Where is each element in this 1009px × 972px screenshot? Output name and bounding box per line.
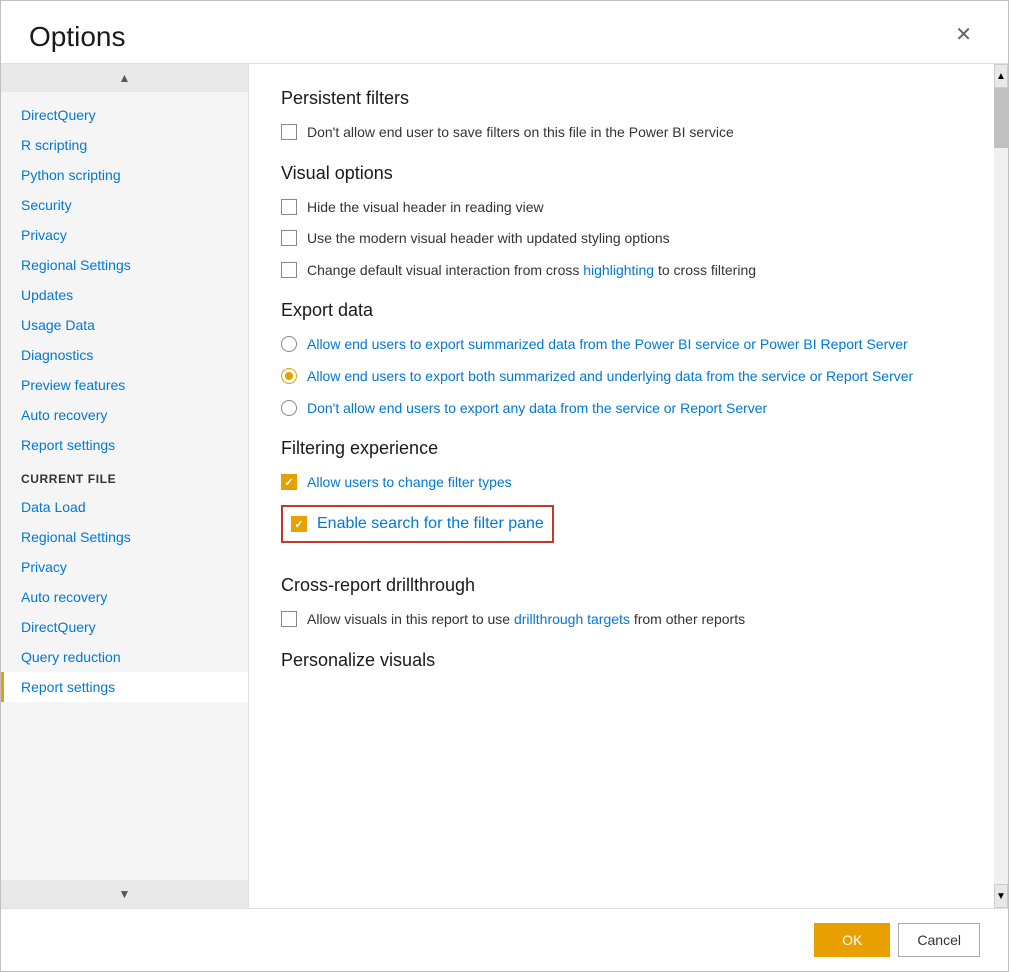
- link-highlighting[interactable]: highlighting: [583, 262, 654, 278]
- checkbox-visual-2[interactable]: [281, 230, 297, 246]
- option-filtering-1: Allow users to change filter types: [281, 473, 960, 493]
- checkbox-filtering-2[interactable]: [291, 516, 307, 532]
- current-file-header: CURRENT FILE: [1, 460, 248, 492]
- sidebar-item-report-settings-global[interactable]: Report settings: [1, 430, 248, 460]
- cancel-button[interactable]: Cancel: [898, 923, 980, 957]
- sidebar-scroll-area: DirectQuery R scripting Python scripting…: [1, 92, 248, 880]
- section-title-export-data: Export data: [281, 300, 960, 321]
- sidebar-item-privacy[interactable]: Privacy: [1, 220, 248, 250]
- checkbox-cross-report-1[interactable]: [281, 611, 297, 627]
- content-area: Persistent filters Don't allow end user …: [249, 64, 1008, 908]
- dialog-footer: OK Cancel: [1, 908, 1008, 971]
- sidebar-item-usage-data[interactable]: Usage Data: [1, 310, 248, 340]
- sidebar-scroll-down-button[interactable]: ▼: [1, 880, 248, 908]
- link-drillthrough-targets[interactable]: drillthrough targets: [514, 611, 630, 627]
- option-text-visual-1: Hide the visual header in reading view: [307, 198, 544, 218]
- scrollbar-track: [994, 88, 1008, 884]
- sidebar-item-python-scripting[interactable]: Python scripting: [1, 160, 248, 190]
- sidebar-item-directquery-cf[interactable]: DirectQuery: [1, 612, 248, 642]
- checkbox-visual-3[interactable]: [281, 262, 297, 278]
- sidebar-item-security[interactable]: Security: [1, 190, 248, 220]
- radio-export-1[interactable]: [281, 336, 297, 352]
- checkbox-filtering-1[interactable]: [281, 474, 297, 490]
- scrollbar: ▲ ▼: [994, 64, 1008, 908]
- option-export-3: Don't allow end users to export any data…: [281, 399, 960, 419]
- options-dialog: Options ✕ ▲ DirectQuery R scripting Pyth…: [0, 0, 1009, 972]
- option-visual-2: Use the modern visual header with update…: [281, 229, 960, 249]
- option-text-persistent-filters-1: Don't allow end user to save filters on …: [307, 123, 734, 143]
- scroll-up-button[interactable]: ▲: [994, 64, 1008, 88]
- scrollbar-thumb[interactable]: [994, 88, 1008, 148]
- option-text-export-2: Allow end users to export both summarize…: [307, 367, 913, 387]
- section-title-filtering-experience: Filtering experience: [281, 438, 960, 459]
- main-content: Persistent filters Don't allow end user …: [249, 64, 1008, 908]
- sidebar: ▲ DirectQuery R scripting Python scripti…: [1, 64, 249, 908]
- section-title-cross-report: Cross-report drillthrough: [281, 575, 960, 596]
- sidebar-item-preview-features[interactable]: Preview features: [1, 370, 248, 400]
- dialog-header: Options ✕: [1, 1, 1008, 63]
- checkbox-persistent-filters-1[interactable]: [281, 124, 297, 140]
- sidebar-item-diagnostics[interactable]: Diagnostics: [1, 340, 248, 370]
- option-text-export-1: Allow end users to export summarized dat…: [307, 335, 908, 355]
- option-visual-3: Change default visual interaction from c…: [281, 261, 960, 281]
- option-text-filtering-2: Enable search for the filter pane: [317, 513, 544, 535]
- sidebar-item-r-scripting[interactable]: R scripting: [1, 130, 248, 160]
- section-title-visual-options: Visual options: [281, 163, 960, 184]
- option-text-cross-report-1: Allow visuals in this report to use dril…: [307, 610, 745, 630]
- sidebar-item-auto-recovery[interactable]: Auto recovery: [1, 400, 248, 430]
- ok-button[interactable]: OK: [814, 923, 890, 957]
- option-text-filtering-1: Allow users to change filter types: [307, 473, 512, 493]
- sidebar-scroll-up-button[interactable]: ▲: [1, 64, 248, 92]
- option-visual-1: Hide the visual header in reading view: [281, 198, 960, 218]
- option-text-export-3: Don't allow end users to export any data…: [307, 399, 767, 419]
- sidebar-item-updates[interactable]: Updates: [1, 280, 248, 310]
- sidebar-item-query-reduction[interactable]: Query reduction: [1, 642, 248, 672]
- sidebar-item-directquery[interactable]: DirectQuery: [1, 100, 248, 130]
- dialog-body: ▲ DirectQuery R scripting Python scripti…: [1, 63, 1008, 908]
- option-export-2: Allow end users to export both summarize…: [281, 367, 960, 387]
- highlighted-option-filtering-2: Enable search for the filter pane: [281, 505, 554, 543]
- option-cross-report-1: Allow visuals in this report to use dril…: [281, 610, 960, 630]
- option-text-visual-3: Change default visual interaction from c…: [307, 261, 756, 281]
- sidebar-item-privacy-cf[interactable]: Privacy: [1, 552, 248, 582]
- close-button[interactable]: ✕: [947, 21, 980, 49]
- sidebar-item-regional-settings-cf[interactable]: Regional Settings: [1, 522, 248, 552]
- radio-export-2[interactable]: [281, 368, 297, 384]
- option-text-visual-2: Use the modern visual header with update…: [307, 229, 670, 249]
- scroll-down-button[interactable]: ▼: [994, 884, 1008, 908]
- dialog-title: Options: [29, 21, 126, 53]
- option-persistent-filters-1: Don't allow end user to save filters on …: [281, 123, 960, 143]
- option-export-1: Allow end users to export summarized dat…: [281, 335, 960, 355]
- sidebar-item-report-settings[interactable]: Report settings: [1, 672, 248, 702]
- sidebar-item-auto-recovery-cf[interactable]: Auto recovery: [1, 582, 248, 612]
- checkbox-visual-1[interactable]: [281, 199, 297, 215]
- sidebar-item-regional-settings[interactable]: Regional Settings: [1, 250, 248, 280]
- section-title-personalize-visuals: Personalize visuals: [281, 650, 960, 671]
- radio-export-3[interactable]: [281, 400, 297, 416]
- sidebar-item-data-load[interactable]: Data Load: [1, 492, 248, 522]
- section-title-persistent-filters: Persistent filters: [281, 88, 960, 109]
